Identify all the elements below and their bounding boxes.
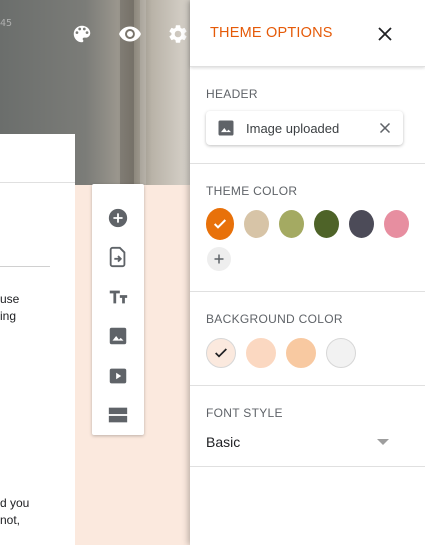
theme-swatch-olive[interactable] — [279, 210, 305, 238]
header-image-chip[interactable]: Image uploaded — [206, 111, 403, 145]
form-card: use ing d you not, — [0, 134, 75, 545]
bg-swatch-gray[interactable] — [326, 338, 356, 368]
theme-swatch-pink[interactable] — [384, 210, 409, 238]
theme-swatch-tan[interactable] — [244, 210, 270, 238]
palette-icon[interactable] — [70, 22, 94, 46]
font-style-value: Basic — [206, 434, 241, 450]
check-icon — [214, 219, 227, 229]
import-questions-icon[interactable] — [98, 238, 138, 278]
dropdown-arrow-icon — [377, 439, 389, 445]
form-text-fragment: ing — [0, 309, 17, 323]
background-color-section: BACKGROUND COLOR — [190, 292, 425, 386]
top-icon-bar — [70, 22, 190, 46]
font-style-select[interactable]: Basic — [206, 434, 391, 450]
form-text-fragment: d you — [0, 496, 30, 510]
chip-label: Image uploaded — [246, 120, 340, 136]
theme-color-label: THEME COLOR — [206, 184, 298, 198]
form-text-fragment: not, — [0, 513, 21, 527]
theme-color-section: THEME COLOR — [190, 164, 425, 292]
form-toolbar — [92, 184, 144, 435]
add-question-icon[interactable] — [98, 198, 138, 238]
panel-header: THEME OPTIONS — [190, 0, 425, 67]
theme-color-swatches — [206, 208, 409, 240]
add-title-icon[interactable] — [98, 277, 138, 317]
form-text-fragment: use — [0, 292, 20, 306]
theme-options-panel: THEME OPTIONS HEADER Image uploaded THEM… — [190, 0, 425, 545]
add-custom-color-icon[interactable] — [207, 247, 231, 271]
font-style-label: FONT STYLE — [206, 406, 283, 420]
panel-title: THEME OPTIONS — [210, 25, 333, 41]
add-image-icon[interactable] — [98, 317, 138, 357]
theme-swatch-orange[interactable] — [206, 208, 235, 240]
header-section: HEADER Image uploaded — [190, 67, 425, 164]
background-color-swatches — [206, 338, 409, 368]
header-label: HEADER — [206, 87, 258, 101]
bg-swatch-lightest[interactable] — [206, 338, 236, 368]
theme-swatch-charcoal[interactable] — [349, 210, 375, 238]
image-icon — [218, 120, 234, 136]
theme-swatch-dark-green[interactable] — [314, 210, 340, 238]
remove-image-icon[interactable] — [377, 120, 393, 136]
eye-icon[interactable] — [118, 22, 142, 46]
check-icon — [215, 348, 227, 358]
font-style-section: FONT STYLE Basic — [190, 386, 425, 467]
background-tag: 45 — [0, 18, 13, 29]
background-color-label: BACKGROUND COLOR — [206, 312, 343, 326]
add-section-icon[interactable] — [98, 396, 138, 436]
close-icon[interactable] — [373, 22, 397, 46]
bg-swatch-medium[interactable] — [286, 338, 316, 368]
bg-swatch-light[interactable] — [246, 338, 276, 368]
gear-icon[interactable] — [166, 22, 190, 46]
add-video-icon[interactable] — [98, 356, 138, 396]
